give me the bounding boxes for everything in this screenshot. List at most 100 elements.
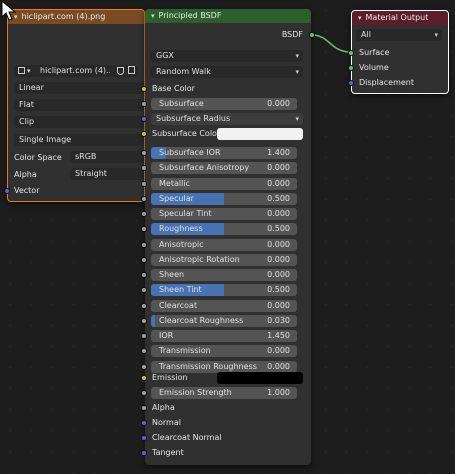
subsurface-method-select[interactable]: Random Walk ▾	[151, 66, 303, 78]
bsdf-node-header[interactable]: ▾ Principled BSDF	[145, 9, 311, 23]
param-socket[interactable]	[141, 211, 147, 217]
param-value: 1.450	[267, 331, 290, 340]
bsdf-output-label: BSDF	[281, 30, 303, 39]
color-space-select[interactable]: sRGB	[70, 151, 144, 163]
volume-socket[interactable]	[348, 65, 354, 71]
param-socket[interactable]	[141, 196, 147, 202]
clearcoat-normal-input-label: Clearcoat Normal	[152, 433, 222, 442]
param-socket[interactable]	[141, 165, 147, 171]
normal-socket[interactable]	[141, 420, 147, 426]
param-socket[interactable]	[141, 364, 147, 370]
param-socket[interactable]	[141, 318, 147, 324]
emission-socket[interactable]	[141, 375, 147, 381]
param-field[interactable]: Transmission 0.000	[151, 345, 297, 357]
param-socket[interactable]	[141, 242, 147, 248]
param-socket[interactable]	[141, 181, 147, 187]
duplicate-icon[interactable]	[128, 66, 135, 74]
emission-strength-field[interactable]: Emission Strength 1.000	[151, 387, 297, 399]
param-field[interactable]: Subsurface Anisotropy 0.000	[151, 162, 297, 174]
volume-label: Volume	[359, 63, 389, 72]
param-label: Clearcoat Roughness	[159, 316, 244, 325]
param-socket[interactable]	[141, 257, 147, 263]
clearcoat-normal-socket[interactable]	[141, 435, 147, 441]
param-socket[interactable]	[141, 303, 147, 309]
projection-value: Flat	[19, 100, 34, 109]
subsurface-label: Subsurface	[159, 99, 204, 108]
param-socket[interactable]	[141, 348, 147, 354]
param-socket[interactable]	[141, 272, 147, 278]
subsurface-socket[interactable]	[141, 101, 147, 107]
color-space-value: sRGB	[75, 152, 97, 161]
param-socket[interactable]	[141, 333, 147, 339]
chevron-down-icon: ▾	[434, 31, 438, 39]
alpha-mode-label: Alpha	[14, 170, 37, 179]
shield-icon[interactable]	[117, 67, 124, 75]
param-field[interactable]: Specular 0.500	[151, 193, 297, 205]
base-color-socket[interactable]	[141, 86, 147, 92]
param-label: Sheen Tint	[159, 285, 202, 294]
param-value: 0.000	[267, 240, 290, 249]
vector-socket[interactable]	[4, 188, 10, 194]
alpha-socket[interactable]	[141, 405, 147, 411]
param-label: Anisotropic	[159, 240, 204, 249]
param-value: 0.500	[267, 224, 290, 233]
subsurface-radius-socket[interactable]	[141, 116, 147, 122]
param-field[interactable]: Clearcoat 0.000	[151, 300, 297, 312]
param-field[interactable]: Anisotropic Rotation 0.000	[151, 254, 297, 266]
param-field[interactable]: Clearcoat Roughness 0.030	[151, 315, 297, 327]
subsurface-method-value: Random Walk	[156, 67, 211, 76]
param-value: 0.000	[267, 346, 290, 355]
displacement-socket[interactable]	[348, 80, 354, 86]
surface-socket[interactable]	[348, 50, 354, 56]
param-field[interactable]: Anisotropic 0.000	[151, 239, 297, 251]
subsurface-color-swatch[interactable]	[217, 128, 303, 140]
emission-strength-socket[interactable]	[141, 390, 147, 396]
param-value-fill	[151, 315, 156, 327]
chevron-down-icon: ▾	[295, 52, 299, 60]
param-value: 0.000	[267, 301, 290, 310]
param-label: Specular	[159, 194, 194, 203]
mouse-cursor-icon	[1, 0, 17, 21]
param-field[interactable]: Metallic 0.000	[151, 178, 297, 190]
param-field[interactable]: Specular Tint 0.000	[151, 208, 297, 220]
output-target-select[interactable]: All ▾	[356, 29, 442, 41]
source-select[interactable]: Single Image	[14, 134, 144, 146]
param-field[interactable]: Roughness 0.500	[151, 223, 297, 235]
subsurface-color-socket[interactable]	[141, 131, 147, 137]
chevron-down-icon: ▾	[295, 68, 299, 76]
param-socket[interactable]	[141, 150, 147, 156]
distribution-select[interactable]: GGX ▾	[151, 50, 303, 62]
param-field[interactable]: Sheen 0.000	[151, 269, 297, 281]
extension-select[interactable]: Clip	[14, 116, 144, 128]
param-socket[interactable]	[141, 287, 147, 293]
param-value: 0.000	[267, 270, 290, 279]
param-value: 1.400	[267, 148, 290, 157]
output-node-header[interactable]: ▾ Material Output	[352, 11, 448, 25]
image-node-header[interactable]: ▾ hiclipart.com (4).png	[8, 10, 144, 24]
link-bsdf-to-surface[interactable]	[311, 34, 352, 53]
param-field[interactable]: Sheen Tint 0.500	[151, 284, 297, 296]
collapse-icon[interactable]: ▾	[151, 9, 155, 23]
image-texture-node[interactable]: ▾ hiclipart.com (4).png ▾ hiclipart.com …	[4, 9, 145, 202]
image-selector[interactable]: ▾ hiclipart.com (4)....	[14, 65, 138, 77]
param-field[interactable]: Subsurface IOR 1.400	[151, 147, 297, 159]
material-output-node[interactable]: ▾ Material Output All ▾ Surface Volume D…	[348, 10, 449, 94]
alpha-mode-value: Straight	[75, 169, 107, 178]
subsurface-radius-select[interactable]: Subsurface Radius ▾	[151, 113, 303, 125]
subsurface-field[interactable]: Subsurface 0.000	[151, 98, 297, 110]
param-value: 0.500	[267, 285, 290, 294]
projection-select[interactable]: Flat	[14, 99, 144, 111]
image-name-field[interactable]: hiclipart.com (4)....	[40, 65, 110, 77]
image-node-title: hiclipart.com (4).png	[21, 12, 106, 21]
emission-color-swatch[interactable]	[217, 372, 303, 384]
collapse-icon[interactable]: ▾	[358, 11, 362, 25]
param-socket[interactable]	[141, 226, 147, 232]
bsdf-output-socket[interactable]	[309, 32, 315, 38]
alpha-mode-select[interactable]: Straight	[70, 168, 144, 180]
principled-bsdf-node[interactable]: ▾ Principled BSDF BSDF GGX ▾ Random Walk…	[141, 9, 315, 465]
interpolation-select[interactable]: Linear	[14, 82, 144, 94]
param-value: 0.030	[267, 316, 290, 325]
param-field[interactable]: IOR 1.450	[151, 330, 297, 342]
tangent-socket[interactable]	[141, 450, 147, 456]
param-value: 0.000	[267, 179, 290, 188]
